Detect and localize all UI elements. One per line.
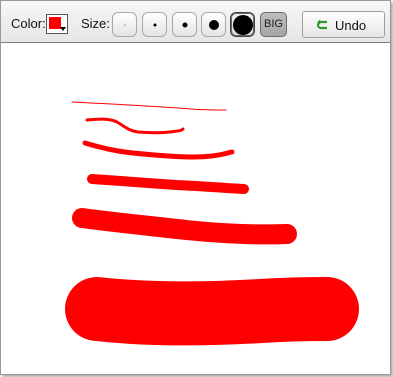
drawing-canvas[interactable] xyxy=(1,43,390,374)
color-picker[interactable] xyxy=(46,14,68,34)
stroke-3 xyxy=(82,140,235,160)
brush-dot-icon xyxy=(153,23,156,26)
stroke-6 xyxy=(65,277,359,346)
undo-icon xyxy=(316,19,327,30)
brush-dot-icon xyxy=(208,19,219,30)
brush-dot-icon xyxy=(232,14,253,35)
color-label: Color: xyxy=(11,16,46,31)
dropdown-arrow-icon xyxy=(60,27,66,31)
brush-dot-icon xyxy=(182,22,187,27)
brush-dot-icon xyxy=(124,24,125,25)
size-medium-button[interactable] xyxy=(172,12,197,37)
big-size-button[interactable]: BIG xyxy=(260,12,287,37)
size-label: Size: xyxy=(81,16,110,31)
size-large-button[interactable] xyxy=(201,12,226,37)
size-xlarge-button[interactable] xyxy=(230,12,255,37)
stroke-5 xyxy=(72,208,297,245)
undo-label: Undo xyxy=(335,18,367,33)
stroke-4 xyxy=(87,174,249,194)
stroke-1 xyxy=(71,101,227,111)
undo-button[interactable]: Undo xyxy=(302,11,385,38)
toolbar: Color: Size: BIG Undo xyxy=(1,1,390,43)
paint-app-window: Color: Size: BIG Undo xyxy=(0,0,391,375)
stroke-2 xyxy=(85,117,185,135)
size-xsmall-button[interactable] xyxy=(112,12,137,37)
size-small-button[interactable] xyxy=(142,12,167,37)
